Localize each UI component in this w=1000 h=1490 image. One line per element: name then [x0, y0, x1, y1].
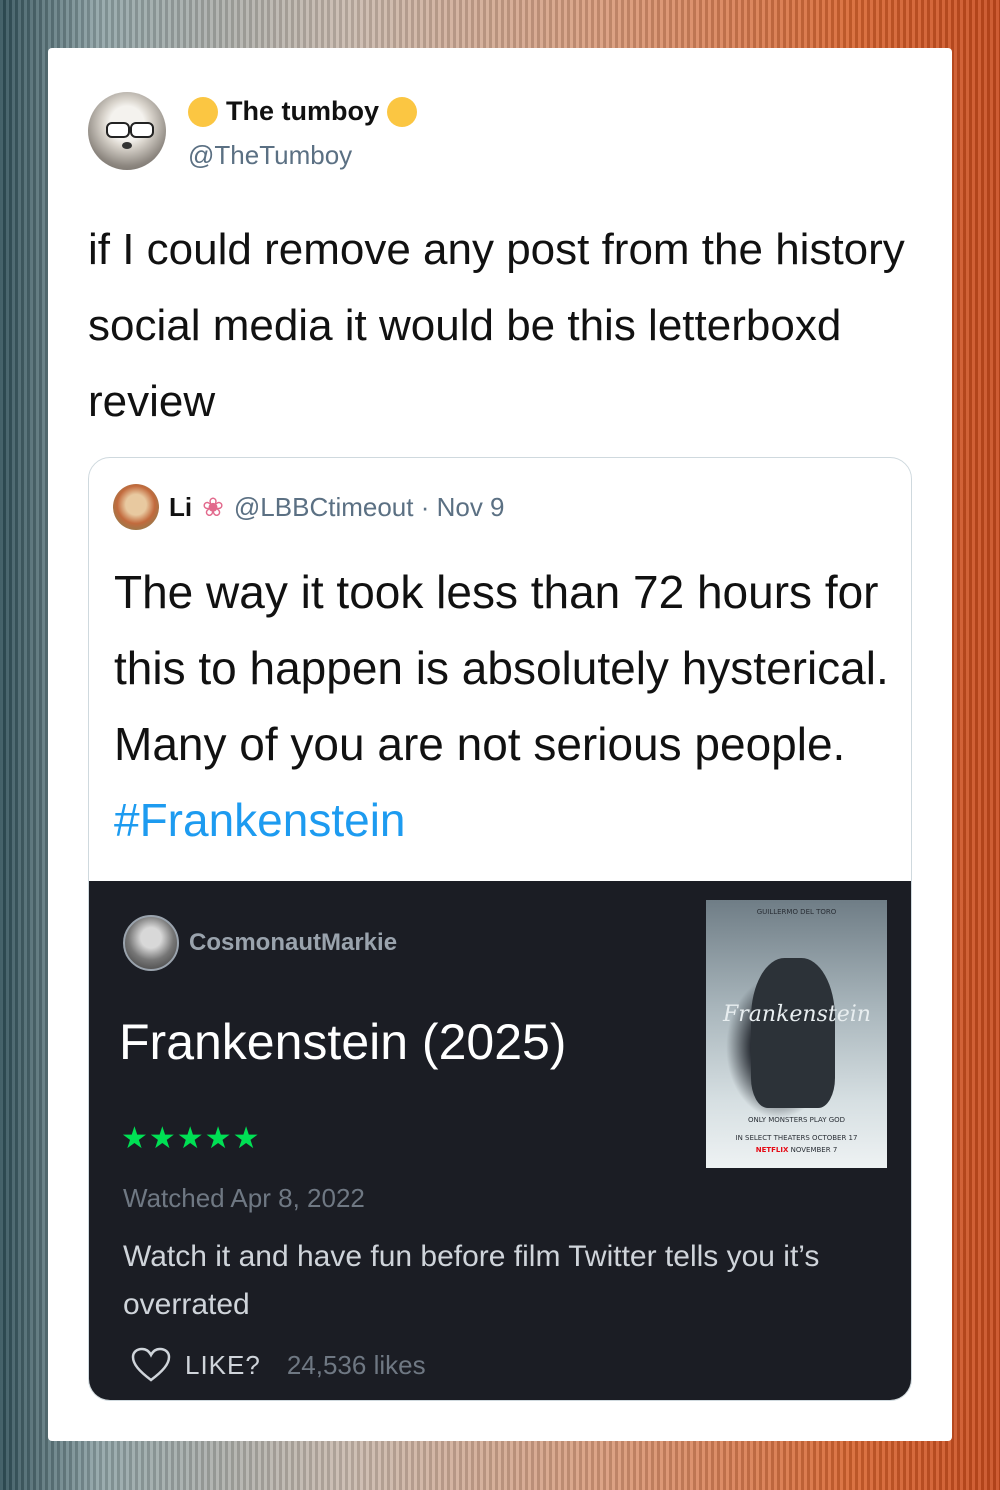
quoted-tweet-text: The way it took less than 72 hours for t… [114, 554, 894, 858]
like-row: LIKE? 24,536 likes [131, 1347, 426, 1383]
avatar-nose [122, 142, 132, 149]
poster-release-line: IN SELECT THEATERS OCTOBER 17 [735, 1134, 858, 1142]
yellow-dot-emoji-icon [387, 96, 417, 127]
quoted-handle-date: @LBBCtimeout · Nov 9 [233, 491, 505, 522]
reviewer-row: CosmonautMarkie [123, 915, 397, 971]
star-rating: ★★★★★ [121, 1122, 261, 1155]
user-handle[interactable]: @TheTumboy [188, 140, 352, 171]
likes-count: 24,536 likes [286, 1349, 426, 1380]
yellow-dot-emoji-icon [188, 96, 218, 127]
poster-tagline: ONLY MONSTERS PLAY GOD [747, 1116, 846, 1124]
tweet-card: The tumboy @TheTumboy if I could remove … [48, 48, 952, 1441]
heart-icon [131, 1347, 171, 1382]
reviewer-username: CosmonautMarkie [189, 929, 398, 956]
lotus-emoji-icon: ❀ [202, 491, 224, 522]
watched-date: Watched Apr 8, 2022 [123, 1183, 365, 1213]
reviewer-avatar [123, 915, 179, 971]
poster-release-date: NOVEMBER 7 [790, 1146, 838, 1154]
film-poster: GUILLERMO DEL TORO Frankenstein ONLY MON… [706, 900, 887, 1168]
review-text: Watch it and have fun before film Twitte… [123, 1240, 820, 1321]
poster-platform-row: NETFLIX NOVEMBER 7 [706, 1146, 887, 1154]
poster-director: GUILLERMO DEL TORO [756, 908, 837, 916]
poster-figure [751, 958, 835, 1108]
poster-platform: NETFLIX [755, 1146, 789, 1154]
tweet-text: if I could remove any post from the hist… [88, 225, 905, 426]
quoted-user-avatar[interactable] [113, 484, 159, 530]
sunglasses-lens [130, 122, 154, 138]
sunglasses-lens [106, 122, 130, 138]
film-title: Frankenstein (2025) [119, 1014, 567, 1070]
quoted-user-name[interactable]: Li [169, 492, 192, 523]
like-label: LIKE? [185, 1349, 261, 1380]
letterboxd-review-screenshot: CosmonautMarkie Frankenstein (2025) ★★★★… [89, 881, 911, 1400]
quoted-tweet[interactable]: Li ❀ @LBBCtimeout · Nov 9 The way it too… [88, 457, 912, 1401]
user-avatar[interactable] [88, 92, 166, 170]
poster-title: Frankenstein [723, 1002, 871, 1027]
display-name[interactable]: The tumboy [226, 96, 379, 127]
name-row: The tumboy [188, 96, 417, 127]
quoted-tweet-header: Li ❀ @LBBCtimeout · Nov 9 [113, 484, 505, 530]
tweet-header: The tumboy @TheTumboy [88, 92, 908, 182]
quoted-tweet-body: The way it took less than 72 hours for t… [114, 566, 889, 770]
hashtag-link[interactable]: #Frankenstein [114, 794, 406, 846]
